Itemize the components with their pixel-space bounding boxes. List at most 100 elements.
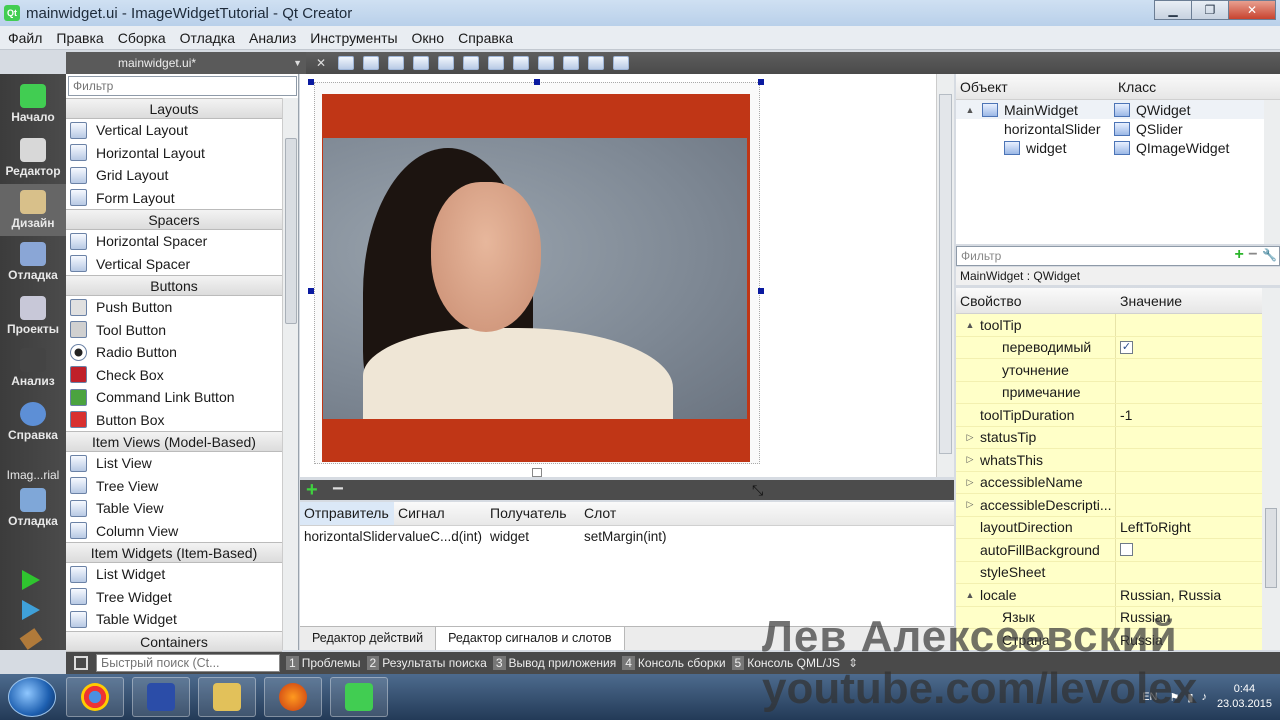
connection-row[interactable]: horizontalSlider valueC...d(int) widget set… [300, 526, 954, 547]
add-property-icon[interactable]: + [1234, 246, 1243, 263]
resize-handle[interactable] [308, 79, 314, 85]
property-row[interactable]: toolTipDuration -1 [956, 404, 1262, 427]
add-connection-button[interactable]: + [306, 480, 318, 500]
layout-grid-icon[interactable] [563, 56, 580, 70]
expand-icon[interactable]: ▷ [964, 499, 976, 510]
property-row[interactable]: ▲ locale Russian, Russia [956, 584, 1262, 607]
widget-category-3[interactable]: Item Views (Model-Based) [66, 431, 282, 452]
object-inspector-scrollbar[interactable] [1264, 100, 1280, 244]
output-tab-4[interactable]: 4 Консоль сборки [622, 656, 726, 670]
close-button[interactable]: ✕ [1228, 0, 1276, 20]
taskbar-app-4[interactable] [330, 677, 388, 717]
property-row[interactable]: ▷ accessibleName [956, 471, 1262, 494]
layout-splitter-v-icon[interactable] [513, 56, 530, 70]
property-filter[interactable]: Фильтр + − 🔧 [956, 246, 1280, 266]
property-value-cell[interactable] [1116, 539, 1133, 561]
maximize-button[interactable]: ❐ [1191, 0, 1229, 20]
taskbar-app-1[interactable] [132, 677, 190, 717]
connection-cell-3[interactable]: setMargin(int) [580, 526, 720, 547]
property-row[interactable]: уточнение [956, 359, 1262, 382]
menu-item-0[interactable]: Файл [8, 30, 42, 46]
property-value-cell[interactable]: Russian, Russia [1116, 584, 1221, 606]
object-row[interactable]: horizontalSlider QSlider [956, 119, 1280, 138]
resize-handle[interactable] [758, 288, 764, 294]
resize-handle[interactable] [308, 288, 314, 294]
property-value-cell[interactable] [1116, 449, 1120, 471]
volume-icon[interactable]: ♪ [1201, 691, 1207, 703]
mode-0[interactable]: Начало [0, 78, 66, 130]
layout-horizontal-icon[interactable] [438, 56, 455, 70]
property-row[interactable]: styleSheet [956, 561, 1262, 584]
property-value-cell[interactable]: ✓ [1116, 337, 1133, 359]
wrench-icon[interactable]: 🔧 [1262, 248, 1277, 262]
widget-item[interactable]: Check Box [66, 364, 282, 387]
property-value-cell[interactable] [1116, 472, 1120, 494]
connection-cell-0[interactable]: horizontalSlider [300, 526, 397, 547]
signal-column-header-2[interactable]: Получатель [486, 502, 580, 525]
widget-category-5[interactable]: Containers [66, 630, 282, 652]
menu-item-3[interactable]: Отладка [180, 30, 235, 46]
widget-item[interactable]: Vertical Layout [66, 119, 282, 142]
widget-category-1[interactable]: Spacers [66, 209, 282, 230]
edit-signals-icon[interactable] [363, 56, 380, 70]
property-row[interactable]: ▷ statusTip [956, 426, 1262, 449]
mode-3[interactable]: Отладка [0, 236, 66, 288]
layout-splitter-h-icon[interactable] [488, 56, 505, 70]
close-document-icon[interactable]: ✕ [316, 56, 326, 70]
menu-item-5[interactable]: Инструменты [310, 30, 397, 46]
object-column-header[interactable]: Объект [956, 74, 1114, 99]
property-row[interactable]: ▷ whatsThis [956, 449, 1262, 472]
break-layout-icon[interactable] [588, 56, 605, 70]
adjust-size-icon[interactable] [613, 56, 630, 70]
object-row[interactable]: widget QImageWidget [956, 138, 1280, 157]
taskbar-app-0[interactable] [66, 677, 124, 717]
output-tab-1[interactable]: 1 Проблемы [286, 656, 361, 670]
tab-action-editor[interactable]: Редактор действий [300, 627, 437, 650]
menu-item-4[interactable]: Анализ [249, 30, 296, 46]
property-row[interactable]: примечание [956, 381, 1262, 404]
expand-icon[interactable]: ▷ [964, 432, 976, 443]
object-row[interactable]: ▲ MainWidget QWidget [956, 100, 1280, 119]
property-value-cell[interactable] [1116, 427, 1120, 449]
debug-run-icon[interactable] [22, 600, 40, 620]
toggle-sidebar-icon[interactable] [74, 656, 88, 670]
widget-item[interactable]: Horizontal Spacer [66, 230, 282, 253]
mode-5[interactable]: Анализ [0, 342, 66, 394]
connection-cell-1[interactable]: valueC...d(int) [394, 526, 486, 547]
taskbar-app-3[interactable] [264, 677, 322, 717]
connection-cell-2[interactable]: widget [486, 526, 580, 547]
signal-column-header-3[interactable]: Слот [580, 502, 720, 525]
widget-item[interactable]: Tree Widget [66, 586, 282, 609]
property-value-cell[interactable] [1116, 494, 1120, 516]
widget-item[interactable]: Table View [66, 497, 282, 520]
document-tab[interactable]: mainwidget.ui* [118, 56, 196, 70]
edit-widgets-icon[interactable] [338, 56, 355, 70]
edit-tab-order-icon[interactable] [413, 56, 430, 70]
property-checkbox[interactable]: ✓ [1120, 340, 1133, 354]
remove-connection-button[interactable]: − [332, 479, 344, 499]
widget-category-0[interactable]: Layouts [66, 98, 282, 119]
build-icon[interactable] [19, 628, 43, 650]
collapse-icon[interactable]: ▲ [964, 590, 976, 600]
minimize-button[interactable]: ▁ [1154, 0, 1192, 20]
clock[interactable]: 0:44 23.03.2015 [1217, 682, 1272, 712]
widget-item[interactable]: Column View [66, 520, 282, 543]
property-value-cell[interactable] [1116, 359, 1120, 381]
chevron-down-icon[interactable]: ▼ [293, 58, 302, 68]
widget-item[interactable]: Table Widget [66, 608, 282, 631]
widget-item[interactable]: List Widget [66, 563, 282, 586]
widget-item[interactable]: Radio Button [66, 341, 282, 364]
value-column-header[interactable]: Значение [1116, 288, 1186, 313]
menu-item-2[interactable]: Сборка [118, 30, 166, 46]
mode-4[interactable]: Проекты [0, 290, 66, 342]
property-value-cell[interactable] [1116, 382, 1120, 404]
mode-2[interactable]: Дизайн [0, 184, 66, 236]
property-row[interactable]: autoFillBackground [956, 539, 1262, 562]
quick-search-input[interactable] [96, 654, 280, 672]
property-row[interactable]: layoutDirection LeftToRight [956, 516, 1262, 539]
start-button[interactable] [8, 677, 56, 717]
mode-1[interactable]: Редактор [0, 132, 66, 184]
collapse-icon[interactable]: ▲ [964, 320, 976, 330]
widget-box-scrollbar[interactable] [282, 98, 298, 650]
widget-item[interactable]: Push Button [66, 296, 282, 319]
